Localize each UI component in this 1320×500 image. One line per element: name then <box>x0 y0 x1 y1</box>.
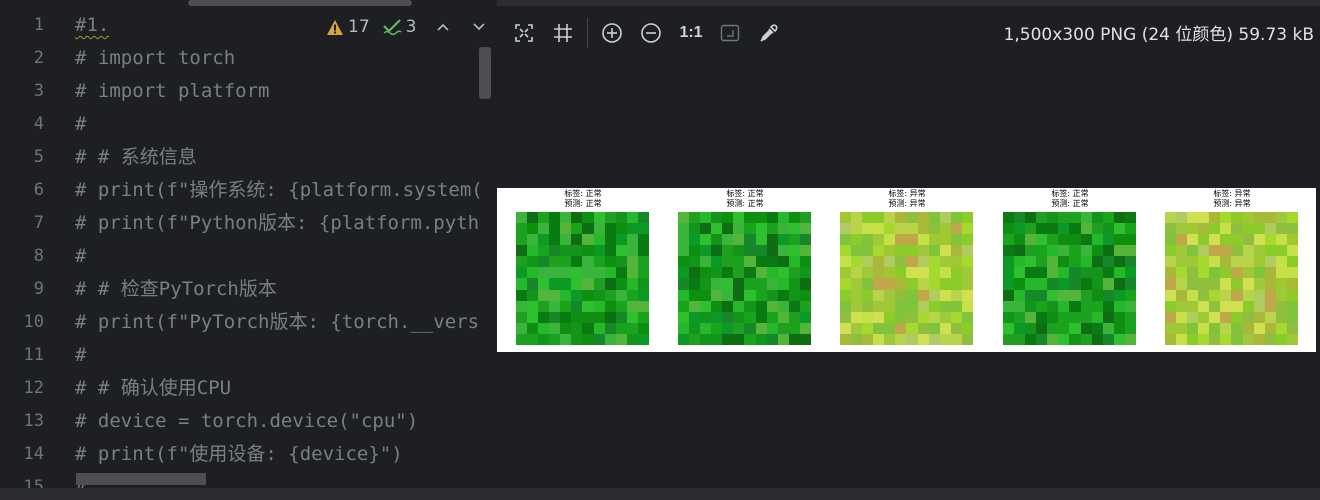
code-text: # # 系统信息 <box>75 146 197 168</box>
previous-highlight-button[interactable] <box>432 16 454 38</box>
line-number: 12 <box>23 378 44 398</box>
mosaic-image <box>516 212 649 345</box>
color-picker-button[interactable] <box>754 18 784 48</box>
line-number: 6 <box>33 180 44 200</box>
code-line[interactable]: 3 # import platform <box>0 75 497 108</box>
line-number: 5 <box>33 147 44 167</box>
fit-to-window-button[interactable] <box>509 18 539 48</box>
code-text: # import torch <box>75 47 236 69</box>
code-line[interactable]: 7 # print(f"Python版本: {platform.pyth <box>0 207 497 240</box>
zoom-out-button[interactable] <box>636 18 666 48</box>
horizontal-scroll-thumb[interactable] <box>76 473 206 485</box>
zoom-in-button[interactable] <box>597 18 627 48</box>
sample-panel: 标签: 异常 预测: 异常 <box>1165 188 1299 352</box>
viewer-top-border <box>497 0 1320 6</box>
line-number: 4 <box>33 114 44 134</box>
code-line[interactable]: 12 # # 确认使用CPU <box>0 372 497 405</box>
panel-prediction-title: 预测: 异常 <box>1213 199 1251 208</box>
horizontal-scroll-thumb-top[interactable] <box>188 0 412 6</box>
line-number: 7 <box>33 213 44 233</box>
show-grid-button[interactable] <box>548 18 578 48</box>
code-text: # import platform <box>75 80 270 102</box>
warning-count: 17 <box>348 17 370 37</box>
line-number: 3 <box>33 81 44 101</box>
code-text: # # 检查PyTorch版本 <box>75 278 277 300</box>
panel-label-title: 标签: 正常 <box>726 189 764 198</box>
code-line[interactable]: 2 # import torch <box>0 42 497 75</box>
toolbar-separator <box>587 18 588 48</box>
image-viewer: 1:1 1,500x300 PNG (24 位颜色) 59.73 kB 标签: … <box>497 0 1320 500</box>
background-icon <box>720 24 740 42</box>
code-line[interactable]: 5 # # 系统信息 <box>0 141 497 174</box>
code-text: # # 确认使用CPU <box>75 377 232 399</box>
panel-label-title: 标签: 异常 <box>888 189 926 198</box>
code-text: # device = torch.device("cpu") <box>75 410 419 432</box>
image-canvas: 标签: 正常 预测: 正常 标签: 正常 预测: 正常 标签: 异常 预测: 异常 标签: … <box>497 188 1316 352</box>
code-line[interactable]: 4 # <box>0 108 497 141</box>
sample-panel: 标签: 正常 预测: 正常 <box>516 188 650 352</box>
actual-size-button[interactable]: 1:1 <box>676 18 706 48</box>
line-number: 9 <box>33 279 44 299</box>
code-text: # print(f"PyTorch版本: {torch.__vers <box>75 311 480 333</box>
warnings-indicator[interactable]: 17 <box>326 17 370 37</box>
bottom-status-strip <box>0 488 1320 500</box>
eyedropper-icon <box>760 24 778 42</box>
line-number: 13 <box>23 411 44 431</box>
code-text: #1. <box>75 14 110 36</box>
panel-label-title: 标签: 正常 <box>1051 189 1089 198</box>
sample-panel: 标签: 正常 预测: 正常 <box>1003 188 1137 352</box>
line-number: 1 <box>33 15 44 35</box>
code-line[interactable]: 8 # <box>0 240 497 273</box>
code-text: # <box>75 344 87 366</box>
panel-prediction-title: 预测: 正常 <box>726 199 764 208</box>
inspection-widget[interactable]: 17 3 <box>326 14 490 40</box>
code-line[interactable]: 10 # print(f"PyTorch版本: {torch.__vers <box>0 306 497 339</box>
mosaic-image <box>1003 212 1136 345</box>
code-line[interactable]: 9 # # 检查PyTorch版本 <box>0 273 497 306</box>
vertical-scroll-thumb[interactable] <box>479 47 491 99</box>
chevron-down-icon <box>473 23 486 31</box>
sample-panel: 标签: 正常 预测: 正常 <box>678 188 812 352</box>
mosaic-image <box>678 212 811 345</box>
weak-warnings-indicator[interactable]: 3 <box>382 17 417 37</box>
zoom-in-icon <box>602 23 622 43</box>
code-line[interactable]: 11 # <box>0 339 497 372</box>
line-number: 2 <box>33 48 44 68</box>
code-line[interactable]: 13 # device = torch.device("cpu") <box>0 405 497 438</box>
zoom-out-icon <box>641 23 661 43</box>
code-text: # <box>75 113 87 135</box>
warning-icon <box>327 19 343 35</box>
mosaic-image <box>1165 212 1298 345</box>
chevron-up-icon <box>437 23 450 31</box>
sample-panel: 标签: 异常 预测: 异常 <box>840 188 974 352</box>
code-editor[interactable]: 1 #1. 2 # import torch 3 # import platform 4 #5… <box>0 0 497 500</box>
code-text: # print(f"使用设备: {device}") <box>75 443 403 465</box>
panel-prediction-title: 预测: 异常 <box>888 199 926 208</box>
code-text: # <box>75 245 87 267</box>
weak-warning-count: 3 <box>405 17 417 37</box>
fit-to-window-icon <box>515 24 533 42</box>
next-highlight-button[interactable] <box>468 16 490 38</box>
code-line[interactable]: 6 # print(f"操作系统: {platform.system( <box>0 174 497 207</box>
panel-label-title: 标签: 异常 <box>1213 189 1251 198</box>
image-info-label: 1,500x300 PNG (24 位颜色) 59.73 kB <box>1003 25 1314 45</box>
panel-prediction-title: 预测: 正常 <box>1051 199 1089 208</box>
background-button[interactable] <box>715 18 745 48</box>
line-number: 11 <box>23 345 44 365</box>
panel-label-title: 标签: 正常 <box>564 189 602 198</box>
code-text: # print(f"操作系统: {platform.system( <box>75 179 483 201</box>
line-number: 14 <box>23 444 44 464</box>
check-icon <box>382 19 402 36</box>
grid-icon <box>554 24 572 42</box>
panel-prediction-title: 预测: 正常 <box>564 199 602 208</box>
mosaic-image <box>840 212 973 345</box>
line-number: 8 <box>33 246 44 266</box>
code-line[interactable]: 14 # print(f"使用设备: {device}") <box>0 438 497 471</box>
code-text: # print(f"Python版本: {platform.pyth <box>75 212 480 234</box>
line-number: 10 <box>23 312 44 332</box>
